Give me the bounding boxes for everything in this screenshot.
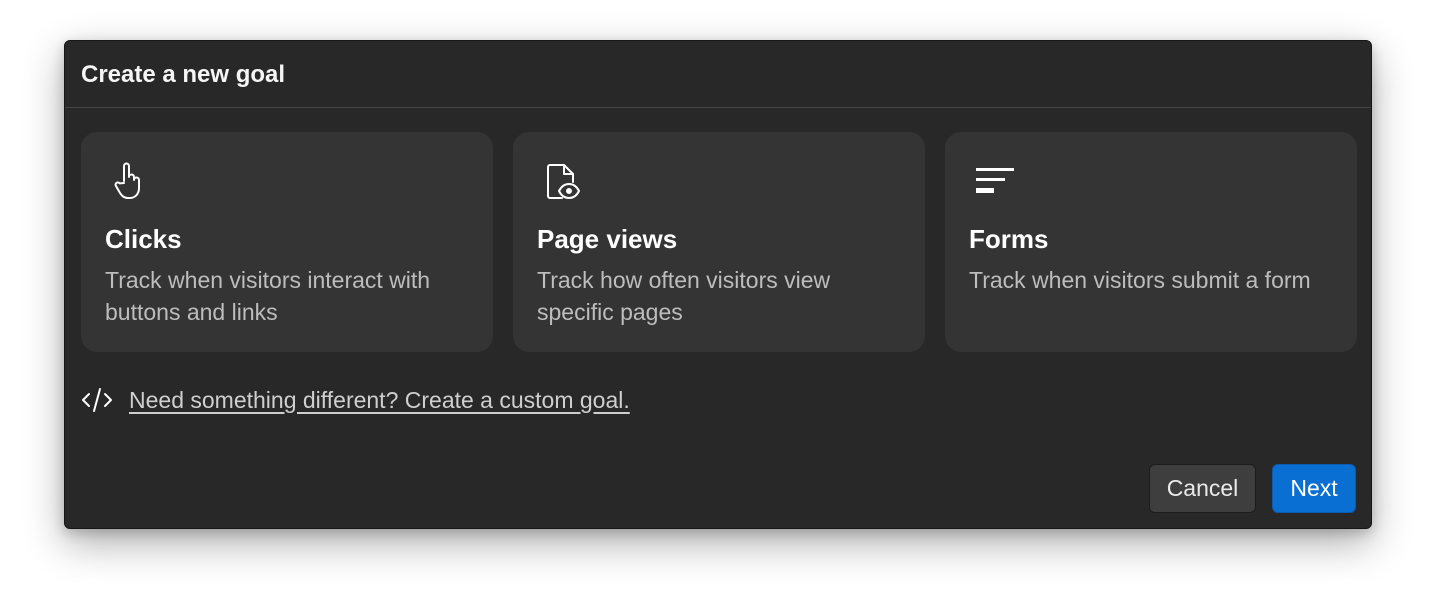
dialog-title: Create a new goal [81,61,286,88]
goal-type-options: Clicks Track when visitors interact with… [81,132,1357,352]
card-description: Track how often visitors view specific p… [537,267,831,325]
card-title: Page views [537,224,678,254]
code-icon [81,386,113,414]
card-description: Track when visitors submit a form [969,267,1311,293]
form-lines-icon [975,162,1015,202]
dialog-header: Create a new goal [65,41,1371,108]
goal-card-forms[interactable]: Forms Track when visitors submit a form [945,132,1357,352]
goal-card-page-views[interactable]: Page views Track how often visitors view… [513,132,925,352]
card-description: Track when visitors interact with button… [105,267,431,325]
custom-goal-link[interactable]: Need something different? Create a custo… [129,387,630,414]
next-button[interactable]: Next [1272,464,1356,513]
cancel-button[interactable]: Cancel [1149,464,1256,513]
page-eye-icon [543,162,583,202]
dialog-footer: Cancel Next [1149,464,1356,513]
card-title: Forms [969,224,1049,254]
custom-goal-row: Need something different? Create a custo… [81,386,630,414]
card-title: Clicks [105,224,182,254]
pointer-hand-icon [111,162,151,202]
create-goal-dialog: Create a new goal Clicks Track when visi… [64,40,1372,529]
goal-card-clicks[interactable]: Clicks Track when visitors interact with… [81,132,493,352]
